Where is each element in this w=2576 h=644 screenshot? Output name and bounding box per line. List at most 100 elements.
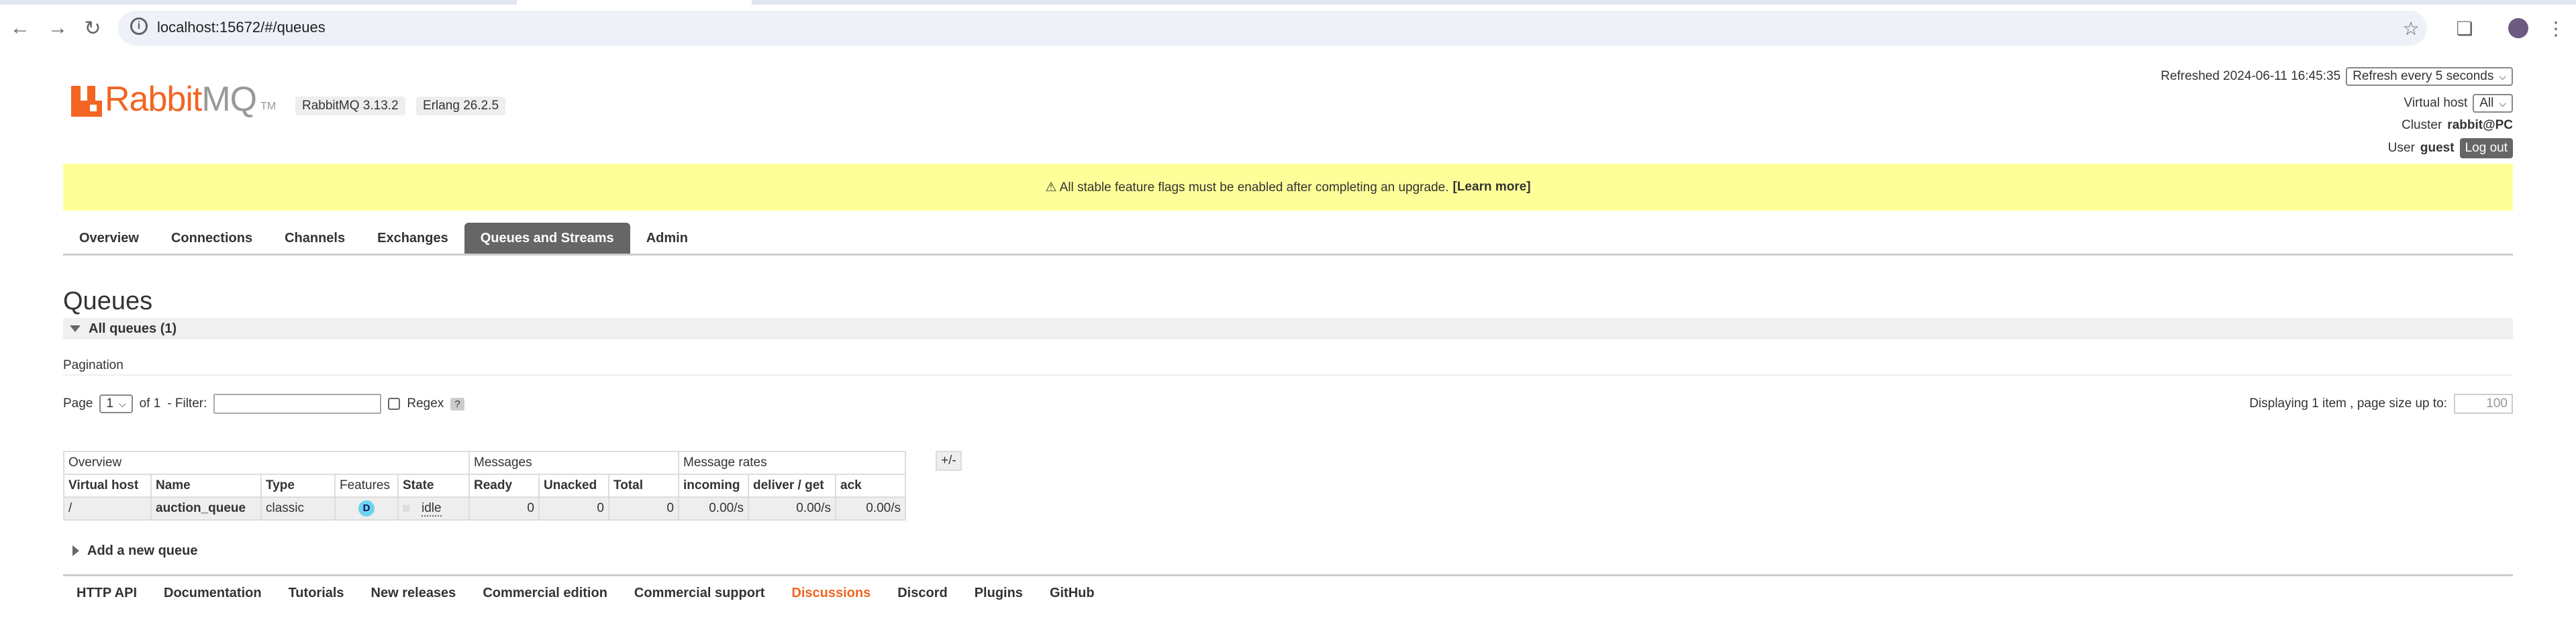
filter-input[interactable] (213, 394, 382, 414)
user-row: User guest Log out (2388, 138, 2513, 158)
cluster-row: Cluster rabbit@PC (2401, 118, 2513, 133)
address-bar[interactable] (118, 11, 2427, 46)
all-queues-section-toggle[interactable]: All queues (1) (63, 318, 2513, 339)
durable-badge: D (358, 500, 375, 517)
cell-incoming: 0.00/s (678, 496, 749, 521)
expand-triangle-icon (72, 545, 79, 556)
cell-ready: 0 (468, 496, 540, 521)
regex-checkbox[interactable] (388, 398, 401, 410)
tab-overview[interactable]: Overview (63, 223, 155, 254)
rabbitmq-logo[interactable]: Rabbit MQ TM (71, 76, 276, 117)
add-new-queue-toggle[interactable]: Add a new queue (63, 541, 197, 561)
footer-link-documentation[interactable]: Documentation (150, 586, 275, 601)
page-size-controls: Displaying 1 item , page size up to: 100 (2249, 392, 2513, 416)
column-header[interactable]: ack (835, 474, 906, 498)
tab-channels[interactable]: Channels (268, 223, 361, 254)
logo-text-rabbit: Rabbit (105, 80, 202, 119)
footer-link-commercial-support[interactable]: Commercial support (621, 586, 778, 601)
extensions-icon[interactable]: ❏ (2450, 13, 2479, 43)
footer-link-github[interactable]: GitHub (1036, 586, 1108, 601)
cluster-label: Cluster (2401, 118, 2442, 132)
url-text[interactable]: localhost:15672/#/queues (157, 19, 326, 36)
cell-total: 0 (608, 496, 679, 521)
banner-text: ⚠ All stable feature flags must be enabl… (1045, 180, 1449, 195)
add-new-queue-label: Add a new queue (87, 543, 198, 558)
footer-link-discord[interactable]: Discord (884, 586, 960, 601)
vhost-label: Virtual host (2404, 96, 2468, 110)
browser-tab[interactable] (517, 0, 752, 5)
tab-exchanges[interactable]: Exchanges (361, 223, 464, 254)
cell-state: idle (397, 496, 470, 521)
erlang-version-badge: Erlang 26.2.5 (416, 97, 506, 115)
profile-avatar[interactable] (2504, 13, 2533, 43)
refreshed-timestamp: Refreshed 2024-06-11 16:45:35 (2161, 69, 2341, 83)
cell-unacked: 0 (538, 496, 609, 521)
vhost-select[interactable]: All ⌵ (2473, 94, 2513, 113)
refresh-interval-select[interactable]: Refresh every 5 seconds ⌵ (2346, 67, 2513, 86)
column-header[interactable]: Virtual host (63, 474, 152, 498)
chevron-down-icon: ⌵ (2499, 71, 2506, 82)
column-header[interactable]: Type (260, 474, 336, 498)
tab-admin[interactable]: Admin (630, 223, 704, 254)
tab-connections[interactable]: Connections (155, 223, 268, 254)
column-header[interactable]: deliver / get (748, 474, 836, 498)
cell-deliver-get: 0.00/s (748, 496, 836, 521)
reload-icon[interactable]: ↻ (78, 13, 107, 43)
rabbitmq-logo-mark (71, 86, 102, 117)
site-info-icon[interactable]: i (130, 17, 148, 35)
page-count: of 1 (139, 396, 161, 411)
collapse-triangle-icon (70, 325, 81, 332)
footer-link-plugins[interactable]: Plugins (961, 586, 1036, 601)
page-label: Page (63, 396, 93, 411)
state-indicator-icon (403, 504, 409, 512)
cell-type: classic (260, 496, 336, 521)
filter-label: - Filter: (167, 396, 207, 411)
group-header-overview: Overview (63, 451, 470, 475)
queue-name-link[interactable]: auction_queue (150, 496, 262, 521)
refresh-row: Refreshed 2024-06-11 16:45:35 Refresh ev… (2161, 67, 2513, 86)
pagination-divider (63, 374, 2513, 376)
vhost-row: Virtual host All ⌵ (2404, 94, 2513, 113)
cell-ack: 0.00/s (835, 496, 906, 521)
column-header[interactable]: Unacked (538, 474, 609, 498)
menu-kebab-icon[interactable]: ⋮ (2541, 13, 2571, 43)
footer-link-new-releases[interactable]: New releases (358, 586, 470, 601)
column-header[interactable]: Name (150, 474, 262, 498)
cell-vhost: / (63, 496, 152, 521)
footer-link-tutorials[interactable]: Tutorials (275, 586, 358, 601)
cell-features: D (334, 496, 399, 521)
group-header-messages: Messages (468, 451, 679, 475)
page-select[interactable]: 1 ⌵ (99, 394, 133, 413)
footer-link-http-api[interactable]: HTTP API (63, 586, 150, 601)
feature-flags-banner: ⚠ All stable feature flags must be enabl… (63, 164, 2513, 211)
bookmark-star-icon[interactable]: ☆ (2396, 13, 2426, 43)
page-title: Queues (63, 287, 153, 315)
back-icon[interactable]: ← (5, 13, 35, 43)
page-size-input[interactable]: 100 (2454, 394, 2513, 414)
regex-help-icon[interactable]: ? (450, 397, 464, 411)
user-name: guest (2420, 141, 2455, 155)
columns-toggle-button[interactable]: +/- (936, 451, 962, 471)
tab-queues-and-streams[interactable]: Queues and Streams (464, 223, 630, 254)
forward-icon[interactable]: → (43, 13, 72, 43)
pagination-controls: Page 1 ⌵ of 1 - Filter: Regex ? (63, 392, 464, 416)
tab-strip (0, 0, 2576, 5)
footer-link-discussions[interactable]: Discussions (778, 586, 884, 601)
column-header[interactable]: incoming (678, 474, 749, 498)
main-nav-tabs: Overview Connections Channels Exchanges … (63, 223, 2513, 256)
column-header[interactable]: Ready (468, 474, 540, 498)
logo-text-mq: MQ (201, 80, 257, 119)
table-row: / auction_queue classic D idle 0 0 0 0.0… (63, 496, 906, 521)
regex-label: Regex (407, 396, 444, 411)
column-header[interactable]: State (397, 474, 470, 498)
learn-more-link[interactable]: [Learn more] (1453, 180, 1531, 195)
footer-link-commercial-edition[interactable]: Commercial edition (469, 586, 621, 601)
pagination-heading: Pagination (63, 358, 123, 372)
user-label: User (2387, 141, 2415, 155)
logo-trademark: TM (260, 101, 277, 112)
column-header[interactable]: Total (608, 474, 679, 498)
rabbitmq-version-badge: RabbitMQ 3.13.2 (295, 97, 405, 115)
chevron-down-icon: ⌵ (118, 398, 126, 409)
logout-button[interactable]: Log out (2459, 138, 2513, 158)
displaying-text: Displaying 1 item , page size up to: (2249, 396, 2447, 411)
